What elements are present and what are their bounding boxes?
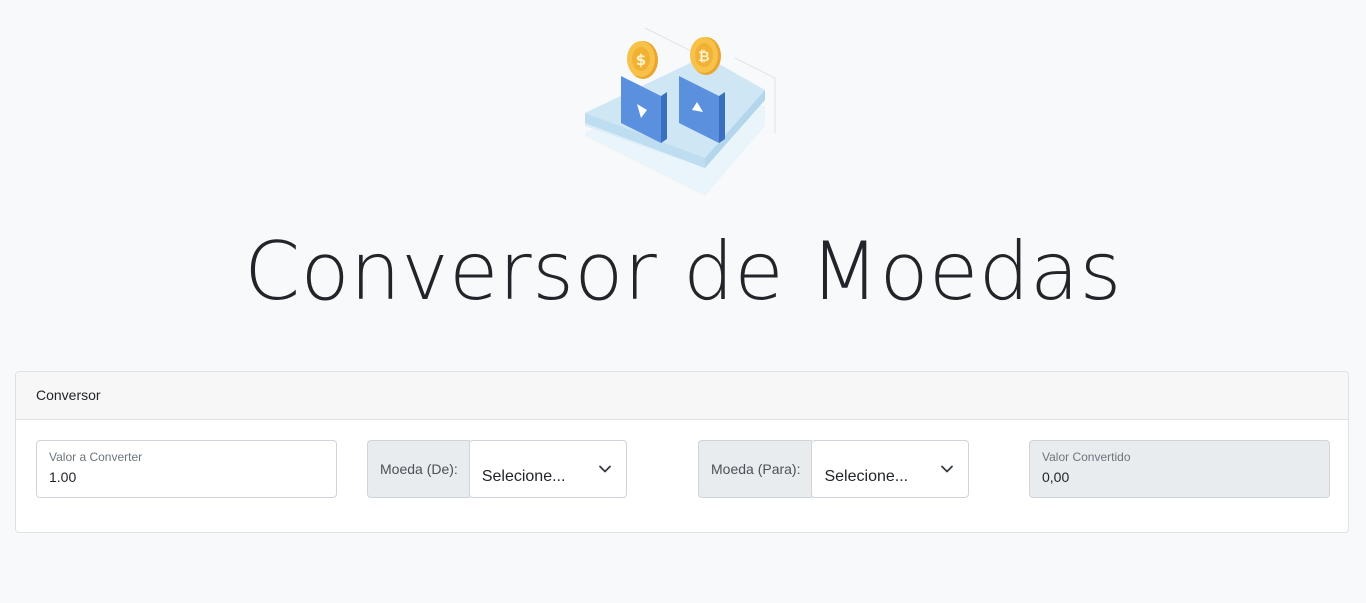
card-header: Conversor [16,372,1348,420]
dollar-coin-icon: $ [627,41,658,79]
to-currency-group: Moeda (Para): Selecione... [698,440,970,498]
amount-label: Valor a Converter [49,450,143,464]
svg-text:₿: ₿ [698,49,709,65]
converted-value: 0,00 [1042,469,1070,485]
converter-card: Conversor Valor a Converter 1.00 Moeda (… [15,371,1349,533]
from-currency-group: Moeda (De): Selecione... [367,440,627,498]
currency-exchange-illustration: $ ₿ [585,27,776,196]
to-currency-label: Moeda (Para): [698,440,813,498]
chevron-down-icon [598,465,611,473]
page-title: Conversor de Moedas [244,225,1122,318]
svg-text:$: $ [636,51,646,69]
converted-value-field: Valor Convertido 0,00 [1029,440,1330,498]
converted-value-label: Valor Convertido [1042,450,1131,464]
amount-value: 1.00 [49,469,77,485]
to-currency-value: Selecione... [824,468,909,485]
hero-section: $ ₿ Conversor de Moedas [0,0,1366,340]
amount-input[interactable]: Valor a Converter 1.00 [36,440,337,498]
chevron-down-icon [941,465,954,473]
to-currency-select[interactable]: Selecione... [811,440,970,498]
from-currency-select[interactable]: Selecione... [468,440,627,498]
from-currency-value: Selecione... [481,468,566,485]
from-currency-label: Moeda (De): [367,440,470,498]
